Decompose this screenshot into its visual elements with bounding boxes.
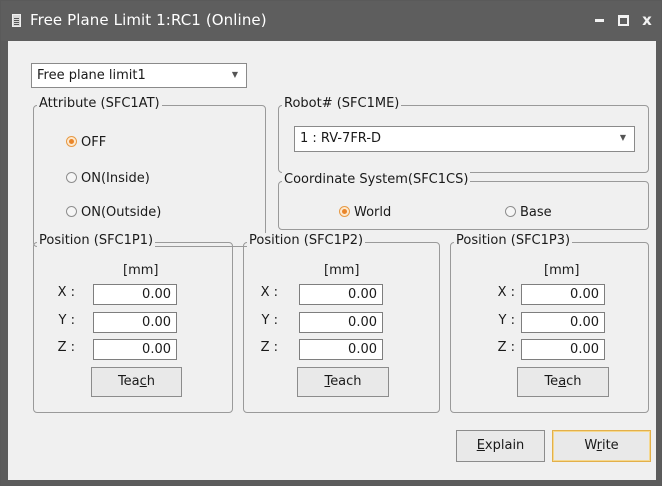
minimize-button[interactable] (589, 10, 609, 30)
robot-select[interactable]: 1 : RV-7FR-D ▼ (294, 126, 635, 152)
title-bar[interactable]: Free Plane Limit 1:RC1 (Online) x (1, 1, 661, 41)
robot-group: Robot# (SFC1ME) 1 : RV-7FR-D ▼ (278, 96, 649, 173)
y-input[interactable]: 0.00 (521, 312, 605, 333)
y-label: Y : (261, 313, 278, 328)
teach-label-part: Tea (117, 374, 140, 389)
position-group-p2: Position (SFC1P2) [mm] X : 0.00 Y : 0.00… (243, 233, 440, 413)
y-input[interactable]: 0.00 (93, 312, 177, 333)
coordinate-system-group: Coordinate System(SFC1CS) World Base (278, 172, 649, 230)
radio-unselected-icon (505, 206, 516, 217)
dialog-client-area: Free plane limit1 ▼ Attribute (SFC1AT) O… (8, 41, 656, 480)
minimize-icon (594, 18, 604, 22)
write-label-part: W (584, 438, 597, 453)
position-group-p1: Position (SFC1P1) [mm] X : 0.00 Y : 0.00… (33, 233, 233, 413)
position-group-legend: Position (SFC1P2) (247, 233, 366, 248)
teach-label-part: h (146, 374, 156, 389)
coordinate-radio-base-label: Base (520, 205, 552, 220)
x-label: X : (57, 285, 75, 300)
plane-limit-select[interactable]: Free plane limit1 ▼ (31, 63, 247, 88)
write-label-part: ite (601, 438, 619, 453)
z-label: Z : (260, 340, 278, 355)
radio-unselected-icon (66, 172, 77, 183)
robot-select-value: 1 : RV-7FR-D (300, 131, 382, 146)
unit-label: [mm] (544, 263, 580, 278)
attribute-group: Attribute (SFC1AT) OFF ON(Inside) ON(Out… (33, 96, 266, 247)
coordinate-radio-base[interactable]: Base (505, 205, 552, 223)
maximize-button[interactable] (613, 10, 633, 30)
coordinate-radio-world-label: World (354, 205, 392, 220)
robot-group-legend: Robot# (SFC1ME) (282, 96, 402, 111)
x-label: X : (497, 285, 515, 300)
dialog-window: Free Plane Limit 1:RC1 (Online) x Free p… (0, 0, 662, 486)
unit-label: [mm] (123, 263, 159, 278)
teach-button[interactable]: Teach (297, 367, 389, 397)
teach-label-part: each (330, 374, 362, 389)
attribute-radio-off[interactable]: OFF (66, 135, 106, 153)
attribute-radio-outside[interactable]: ON(Outside) (66, 205, 161, 223)
position-group-legend: Position (SFC1P1) (37, 233, 156, 248)
maximize-icon (617, 14, 629, 26)
x-input[interactable]: 0.00 (521, 284, 605, 305)
teach-label-hotkey: c (139, 374, 147, 389)
radio-selected-icon (339, 206, 350, 217)
radio-unselected-icon (66, 206, 77, 217)
z-label: Z : (57, 340, 75, 355)
teach-button[interactable]: Teach (91, 367, 182, 397)
x-label: X : (260, 285, 278, 300)
write-button[interactable]: Write (552, 430, 651, 462)
explain-label-part: xplain (484, 438, 525, 453)
z-input[interactable]: 0.00 (521, 339, 605, 360)
chevron-down-icon: ▼ (231, 70, 238, 79)
close-button[interactable]: x (637, 10, 657, 30)
x-input[interactable]: 0.00 (93, 284, 177, 305)
attribute-radio-outside-label: ON(Outside) (81, 205, 162, 220)
unit-label: [mm] (324, 263, 360, 278)
teach-label-hotkey: a (558, 374, 567, 389)
attribute-radio-inside[interactable]: ON(Inside) (66, 171, 150, 189)
coordinate-radio-world[interactable]: World (339, 205, 391, 223)
attribute-group-legend: Attribute (SFC1AT) (37, 96, 162, 111)
z-input[interactable]: 0.00 (93, 339, 177, 360)
z-input[interactable]: 0.00 (299, 339, 383, 360)
teach-label-part: Te (544, 374, 559, 389)
plane-limit-select-value: Free plane limit1 (37, 68, 146, 83)
close-icon: x (642, 11, 652, 29)
chevron-down-icon: ▼ (619, 133, 626, 142)
explain-button[interactable]: Explain (456, 430, 545, 462)
attribute-radio-off-label: OFF (81, 135, 107, 150)
position-group-p3: Position (SFC1P3) [mm] X : 0.00 Y : 0.00… (450, 233, 649, 413)
coordinate-system-group-legend: Coordinate System(SFC1CS) (282, 172, 471, 187)
teach-button[interactable]: Teach (517, 367, 609, 397)
explain-label-hotkey: E (476, 438, 485, 453)
y-input[interactable]: 0.00 (299, 312, 383, 333)
y-label: Y : (498, 313, 515, 328)
position-group-legend: Position (SFC1P3) (454, 233, 573, 248)
teach-label-part: ch (566, 374, 582, 389)
x-input[interactable]: 0.00 (299, 284, 383, 305)
window-title: Free Plane Limit 1:RC1 (Online) (30, 11, 267, 29)
radio-selected-icon (66, 136, 77, 147)
attribute-radio-inside-label: ON(Inside) (81, 171, 150, 186)
y-label: Y : (58, 313, 75, 328)
z-label: Z : (497, 340, 515, 355)
document-icon (12, 14, 21, 27)
